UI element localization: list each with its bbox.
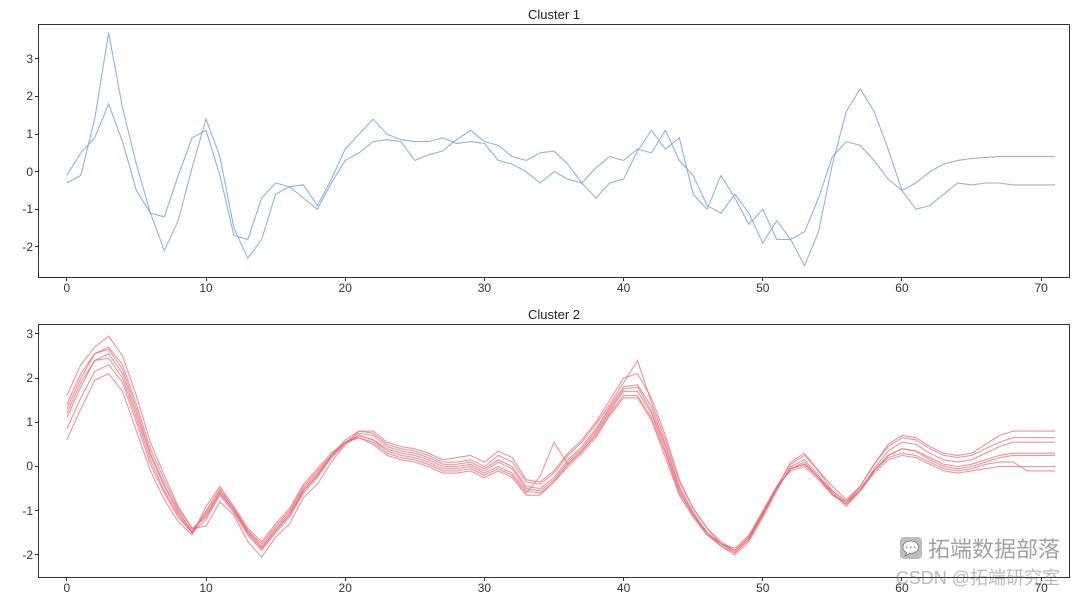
line-series: [67, 104, 1055, 243]
cluster-figure: Cluster 1 -2-10123010203040506070 Cluste…: [0, 0, 1080, 604]
line-series: [67, 354, 1055, 551]
plot-cluster-1: Cluster 1 -2-10123010203040506070: [38, 24, 1070, 278]
line-series: [67, 336, 1055, 557]
watermark-1-text: 拓端数据部落: [928, 532, 1060, 564]
wechat-icon: 💬: [900, 537, 922, 559]
line-series: [67, 347, 1055, 550]
line-series: [67, 374, 1055, 549]
watermark-2: CSDN @拓端研究室: [896, 564, 1060, 590]
plot-title-2: Cluster 2: [39, 307, 1069, 322]
line-series: [67, 358, 1055, 553]
line-series: [67, 349, 1055, 555]
plot-svg-1: [39, 25, 1069, 277]
line-series: [67, 365, 1055, 551]
plot-title-1: Cluster 1: [39, 7, 1069, 22]
line-series: [67, 33, 1055, 266]
watermark-1: 💬 拓端数据部落: [900, 532, 1060, 564]
